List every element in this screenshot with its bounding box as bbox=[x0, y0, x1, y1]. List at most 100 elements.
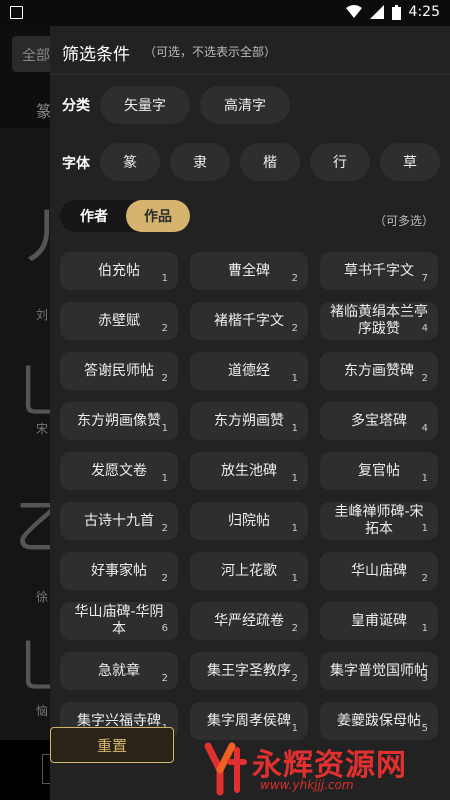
work-item-name: 东方朔画赞 bbox=[214, 412, 284, 429]
background-glyph-label: 恼 bbox=[36, 704, 49, 718]
work-item[interactable]: 伯充帖 1 bbox=[60, 252, 178, 290]
work-item[interactable]: 古诗十九首 2 bbox=[60, 502, 178, 540]
work-item-count: 2 bbox=[291, 623, 298, 634]
work-item-count: 1 bbox=[291, 523, 298, 534]
watermark-url: www.yhkjjj.com bbox=[260, 778, 354, 792]
background-glyph-label: 宋 bbox=[36, 422, 49, 436]
work-item-name: 急就章 bbox=[98, 662, 140, 679]
work-item-count: 1 bbox=[421, 473, 428, 484]
toggle-work[interactable]: 作品 bbox=[126, 200, 190, 232]
work-item-count: 4 bbox=[421, 323, 428, 334]
work-item-name: 伯充帖 bbox=[98, 262, 140, 279]
work-item-count: 2 bbox=[291, 673, 298, 684]
work-item[interactable]: 河上花歌 1 bbox=[190, 552, 308, 590]
work-item-name: 东方画赞碑 bbox=[344, 362, 414, 379]
work-item-count: 1 bbox=[421, 523, 428, 534]
category-option-vector[interactable]: 矢量字 bbox=[100, 86, 190, 124]
work-item[interactable]: 急就章 2 bbox=[60, 652, 178, 690]
work-item-name: 华山庙碑 bbox=[351, 562, 407, 579]
work-item-count: 6 bbox=[161, 623, 168, 634]
work-item-name: 华严经疏卷 bbox=[214, 612, 284, 629]
wifi-icon bbox=[345, 5, 362, 18]
work-item-name: 褚楷千字文 bbox=[214, 312, 284, 329]
work-item[interactable]: 道德经 1 bbox=[190, 352, 308, 390]
work-item-count: 2 bbox=[161, 323, 168, 334]
signal-icon bbox=[369, 5, 384, 19]
work-item-count: 1 bbox=[291, 373, 298, 384]
work-item-count: 1 bbox=[291, 573, 298, 584]
work-item-name: 圭峰禅师碑-宋拓本 bbox=[334, 504, 424, 537]
work-item-name: 皇甫诞碑 bbox=[351, 612, 407, 629]
divider bbox=[50, 74, 450, 75]
work-item-name: 草书千字文 bbox=[344, 262, 414, 279]
work-item-count: 2 bbox=[291, 323, 298, 334]
work-item-name: 古诗十九首 bbox=[84, 512, 154, 529]
work-item[interactable]: 曹全碑 2 bbox=[190, 252, 308, 290]
work-item-count: 1 bbox=[161, 423, 168, 434]
work-item[interactable]: 多宝塔碑 4 bbox=[320, 402, 438, 440]
work-item-count: 2 bbox=[161, 373, 168, 384]
filter-subtitle: （可选，不选表示全部） bbox=[144, 45, 277, 59]
status-time: 4:25 bbox=[408, 4, 440, 20]
work-item-count: 2 bbox=[421, 373, 428, 384]
author-work-toggle: 作者 作品 bbox=[60, 200, 190, 232]
font-option-cao[interactable]: 草 bbox=[380, 143, 440, 181]
work-item[interactable]: 褚楷千字文 2 bbox=[190, 302, 308, 340]
filter-title: 筛选条件 bbox=[62, 45, 130, 65]
work-item[interactable]: 草书千字文 7 bbox=[320, 252, 438, 290]
work-item-count: 1 bbox=[161, 473, 168, 484]
work-item[interactable]: 集王字圣教序 2 bbox=[190, 652, 308, 690]
toggle-author[interactable]: 作者 bbox=[64, 200, 124, 232]
work-item[interactable]: 好事家帖 2 bbox=[60, 552, 178, 590]
font-option-zhuan[interactable]: 篆 bbox=[100, 143, 160, 181]
work-item-count: 4 bbox=[421, 423, 428, 434]
work-item-name: 道德经 bbox=[228, 362, 270, 379]
work-item-name: 答谢民师帖 bbox=[84, 362, 154, 379]
work-item[interactable]: 答谢民师帖 2 bbox=[60, 352, 178, 390]
status-bar: 4:25 bbox=[0, 0, 450, 26]
work-item[interactable]: 圭峰禅师碑-宋拓本 1 bbox=[320, 502, 438, 540]
filter-panel: 筛选条件 （可选，不选表示全部） 分类 矢量字 高清字 字体 篆 隶 楷 行 草… bbox=[50, 26, 450, 800]
work-item-name: 东方朔画像赞 bbox=[77, 412, 161, 429]
work-item[interactable]: 姜夔跋保母帖 5 bbox=[320, 702, 438, 740]
work-item[interactable]: 华山庙碑-华阴本 6 bbox=[60, 602, 178, 640]
work-item-count: 5 bbox=[421, 723, 428, 734]
font-option-kai[interactable]: 楷 bbox=[240, 143, 300, 181]
work-item-name: 好事家帖 bbox=[91, 562, 147, 579]
work-item[interactable]: 赤壁赋 2 bbox=[60, 302, 178, 340]
work-item-count: 1 bbox=[161, 273, 168, 284]
category-label: 分类 bbox=[62, 98, 90, 114]
multi-select-hint: （可多选） bbox=[373, 214, 434, 228]
work-item-name: 姜夔跋保母帖 bbox=[337, 712, 421, 729]
work-item[interactable]: 东方朔画像赞 1 bbox=[60, 402, 178, 440]
work-item[interactable]: 复官帖 1 bbox=[320, 452, 438, 490]
font-option-li[interactable]: 隶 bbox=[170, 143, 230, 181]
work-item[interactable]: 东方画赞碑 2 bbox=[320, 352, 438, 390]
work-item-count: 1 bbox=[291, 473, 298, 484]
work-item-count: 2 bbox=[161, 673, 168, 684]
work-item-count: 2 bbox=[291, 273, 298, 284]
work-item-count: 2 bbox=[421, 573, 428, 584]
work-item-name: 赤壁赋 bbox=[98, 312, 140, 329]
work-item[interactable]: 发愿文卷 1 bbox=[60, 452, 178, 490]
reset-button[interactable]: 重置 bbox=[50, 727, 174, 763]
font-option-xing[interactable]: 行 bbox=[310, 143, 370, 181]
work-item-name: 放生池碑 bbox=[221, 462, 277, 479]
work-item[interactable]: 褚临黄绢本兰亭序跋赞 4 bbox=[320, 302, 438, 340]
work-item-name: 曹全碑 bbox=[228, 262, 270, 279]
work-item[interactable]: 放生池碑 1 bbox=[190, 452, 308, 490]
work-item[interactable]: 华山庙碑 2 bbox=[320, 552, 438, 590]
category-option-hd[interactable]: 高清字 bbox=[200, 86, 290, 124]
work-item[interactable]: 归院帖 1 bbox=[190, 502, 308, 540]
work-item-count: 1 bbox=[291, 723, 298, 734]
work-item[interactable]: 华严经疏卷 2 bbox=[190, 602, 308, 640]
work-item[interactable]: 集字周孝侯碑 1 bbox=[190, 702, 308, 740]
work-item[interactable]: 东方朔画赞 1 bbox=[190, 402, 308, 440]
work-item[interactable]: 集字普觉国师帖 3 bbox=[320, 652, 438, 690]
battery-icon bbox=[391, 4, 401, 20]
background-glyph-label: 刘 bbox=[36, 308, 49, 322]
background-glyph-label: 徐 bbox=[36, 590, 49, 604]
font-label: 字体 bbox=[62, 156, 90, 172]
watermark-logo-icon bbox=[204, 742, 247, 796]
work-item[interactable]: 皇甫诞碑 1 bbox=[320, 602, 438, 640]
